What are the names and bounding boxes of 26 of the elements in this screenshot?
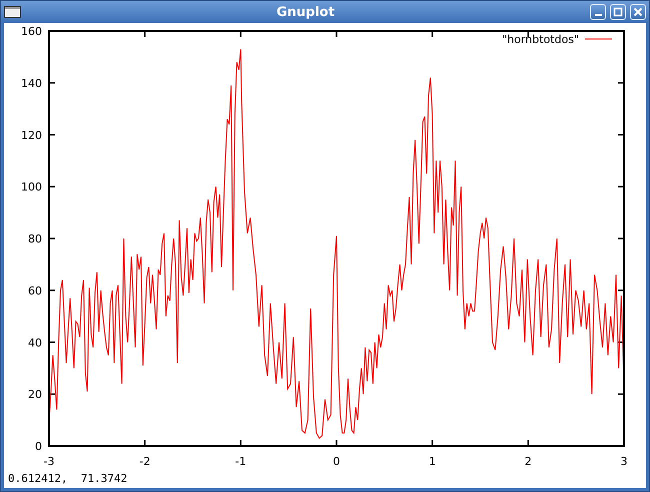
y-tick-label: 140: [21, 76, 42, 90]
y-tick-label: 0: [35, 440, 42, 453]
x-tick-label: 3: [620, 455, 628, 468]
x-tick-label: -3: [44, 455, 54, 468]
x-tick-label: 2: [524, 455, 532, 468]
cursor-coordinates: 0.612412, 71.3742: [7, 471, 128, 485]
close-icon: [633, 7, 643, 17]
x-tick-label: 1: [428, 455, 436, 468]
close-button[interactable]: [630, 4, 646, 20]
window-title: Gnuplot: [275, 4, 336, 20]
maximize-button[interactable]: [610, 4, 626, 20]
y-tick-label: 100: [21, 180, 42, 194]
y-tick-label: 20: [28, 388, 42, 402]
minimize-icon: [594, 14, 602, 16]
legend-label: "hornbtotdos": [502, 33, 579, 46]
x-tick-label: 0: [333, 455, 340, 468]
y-tick-label: 40: [28, 336, 42, 350]
minimize-button[interactable]: [590, 4, 606, 20]
y-tick-label: 160: [21, 25, 42, 38]
y-tick-label: 80: [28, 232, 42, 246]
window-icon[interactable]: [4, 6, 21, 18]
maximize-icon: [613, 7, 623, 17]
y-tick-label: 60: [28, 284, 42, 298]
y-tick-label: 120: [21, 128, 42, 142]
x-tick-label: -1: [235, 455, 246, 468]
x-tick-label: -2: [139, 455, 150, 468]
